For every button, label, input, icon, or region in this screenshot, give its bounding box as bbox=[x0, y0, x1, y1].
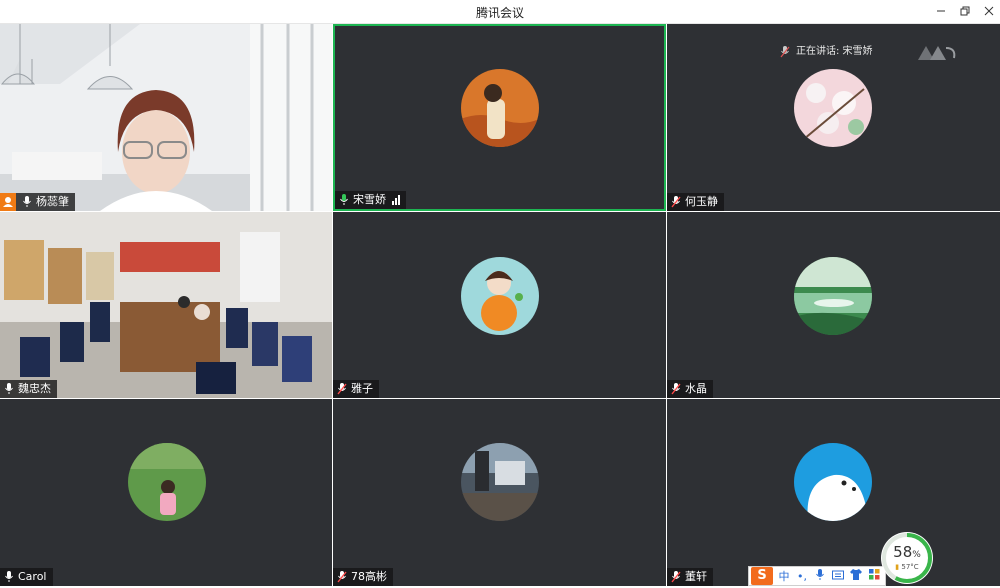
participant-avatar bbox=[794, 69, 872, 147]
thermometer-icon: ▮ bbox=[895, 563, 900, 571]
participant-name: 魏忠杰 bbox=[18, 382, 51, 395]
restore-icon bbox=[960, 6, 970, 16]
participant-avatar bbox=[794, 443, 872, 521]
video-tile-2[interactable]: 宋雪娇 bbox=[333, 24, 666, 211]
microphone-muted-icon bbox=[671, 571, 681, 583]
microphone-icon bbox=[5, 383, 13, 394]
apps-icon[interactable] bbox=[867, 569, 881, 583]
minimize-button[interactable] bbox=[932, 3, 950, 21]
video-tile-9[interactable]: 董轩 bbox=[667, 399, 1000, 586]
video-tile-5[interactable]: 雅子 bbox=[333, 212, 666, 398]
participant-avatar bbox=[461, 443, 539, 521]
microphone-icon bbox=[23, 196, 31, 207]
minimize-icon bbox=[937, 10, 945, 12]
host-icon bbox=[3, 197, 13, 207]
participant-name: 78高彬 bbox=[351, 570, 387, 583]
participant-label: 魏忠杰 bbox=[0, 380, 57, 398]
ime-punctuation[interactable]: •, bbox=[795, 570, 809, 583]
participant-label: 宋雪娇 bbox=[335, 191, 406, 209]
gauge-percent: 58 bbox=[893, 543, 913, 561]
microphone-icon bbox=[5, 571, 13, 582]
window-title: 腾讯会议 bbox=[475, 6, 524, 20]
participant-name: 水晶 bbox=[685, 382, 707, 395]
tencent-meeting-logo bbox=[918, 46, 956, 60]
temperature-text: 57°C bbox=[901, 563, 919, 571]
participant-label: 董轩 bbox=[667, 568, 713, 586]
microphone-icon bbox=[340, 194, 348, 205]
close-button[interactable] bbox=[980, 3, 998, 21]
title-bar: 腾讯会议 bbox=[0, 0, 1000, 24]
ime-toolbar[interactable]: S 中 •, bbox=[748, 566, 886, 586]
microphone-muted-icon bbox=[671, 196, 681, 208]
participant-label: 78高彬 bbox=[333, 568, 393, 586]
participant-label: 水晶 bbox=[667, 380, 713, 398]
participant-name: 何玉静 bbox=[685, 195, 718, 208]
ime-mode[interactable]: 中 bbox=[777, 568, 791, 584]
video-tile-8[interactable]: 78高彬 bbox=[333, 399, 666, 586]
participant-name: Carol bbox=[18, 570, 47, 583]
participant-name: 董轩 bbox=[685, 570, 707, 583]
video-tile-1[interactable]: 杨蕊肇 bbox=[0, 24, 332, 211]
mic-icon[interactable] bbox=[813, 568, 827, 584]
microphone-muted-icon bbox=[337, 571, 347, 583]
gauge-temperature: ▮ 57°C bbox=[881, 563, 933, 571]
system-usage-gauge[interactable]: 58% ▮ 57°C bbox=[881, 532, 933, 584]
keyboard-icon[interactable] bbox=[831, 570, 845, 583]
speaking-text: 正在讲话: 宋雪娇 bbox=[796, 46, 873, 57]
microphone-muted-icon bbox=[671, 383, 681, 395]
participant-video bbox=[0, 24, 332, 211]
participant-label: Carol bbox=[0, 568, 53, 586]
participant-label: 杨蕊肇 bbox=[0, 193, 75, 211]
participant-label: 雅子 bbox=[333, 380, 379, 398]
restore-button[interactable] bbox=[956, 3, 974, 21]
video-tile-7[interactable]: Carol bbox=[0, 399, 332, 586]
host-badge bbox=[0, 193, 16, 211]
gauge-unit: % bbox=[912, 550, 921, 560]
close-icon bbox=[984, 6, 994, 16]
participant-name: 雅子 bbox=[351, 382, 373, 395]
signal-strength-icon bbox=[392, 195, 400, 205]
participant-name: 宋雪娇 bbox=[353, 193, 386, 206]
gauge-value: 58% bbox=[881, 542, 933, 561]
participant-video bbox=[0, 212, 332, 398]
participant-name: 杨蕊肇 bbox=[36, 195, 69, 208]
speaking-mic-icon bbox=[780, 46, 790, 58]
meeting-window: 腾讯会议 杨蕊肇 宋雪娇 何玉静 正在讲话: 宋雪娇 魏忠杰 雅子 水晶 Car… bbox=[0, 0, 1000, 588]
video-tile-6[interactable]: 水晶 bbox=[667, 212, 1000, 398]
participant-avatar bbox=[794, 257, 872, 335]
participant-avatar bbox=[461, 257, 539, 335]
participant-avatar bbox=[461, 69, 539, 147]
ime-logo[interactable]: S bbox=[751, 567, 773, 585]
microphone-muted-icon bbox=[337, 383, 347, 395]
skin-icon[interactable] bbox=[849, 569, 863, 583]
video-tile-4[interactable]: 魏忠杰 bbox=[0, 212, 332, 398]
participant-label: 何玉静 bbox=[667, 193, 724, 211]
participant-avatar bbox=[128, 443, 206, 521]
speaking-indicator: 正在讲话: 宋雪娇 bbox=[780, 44, 873, 60]
